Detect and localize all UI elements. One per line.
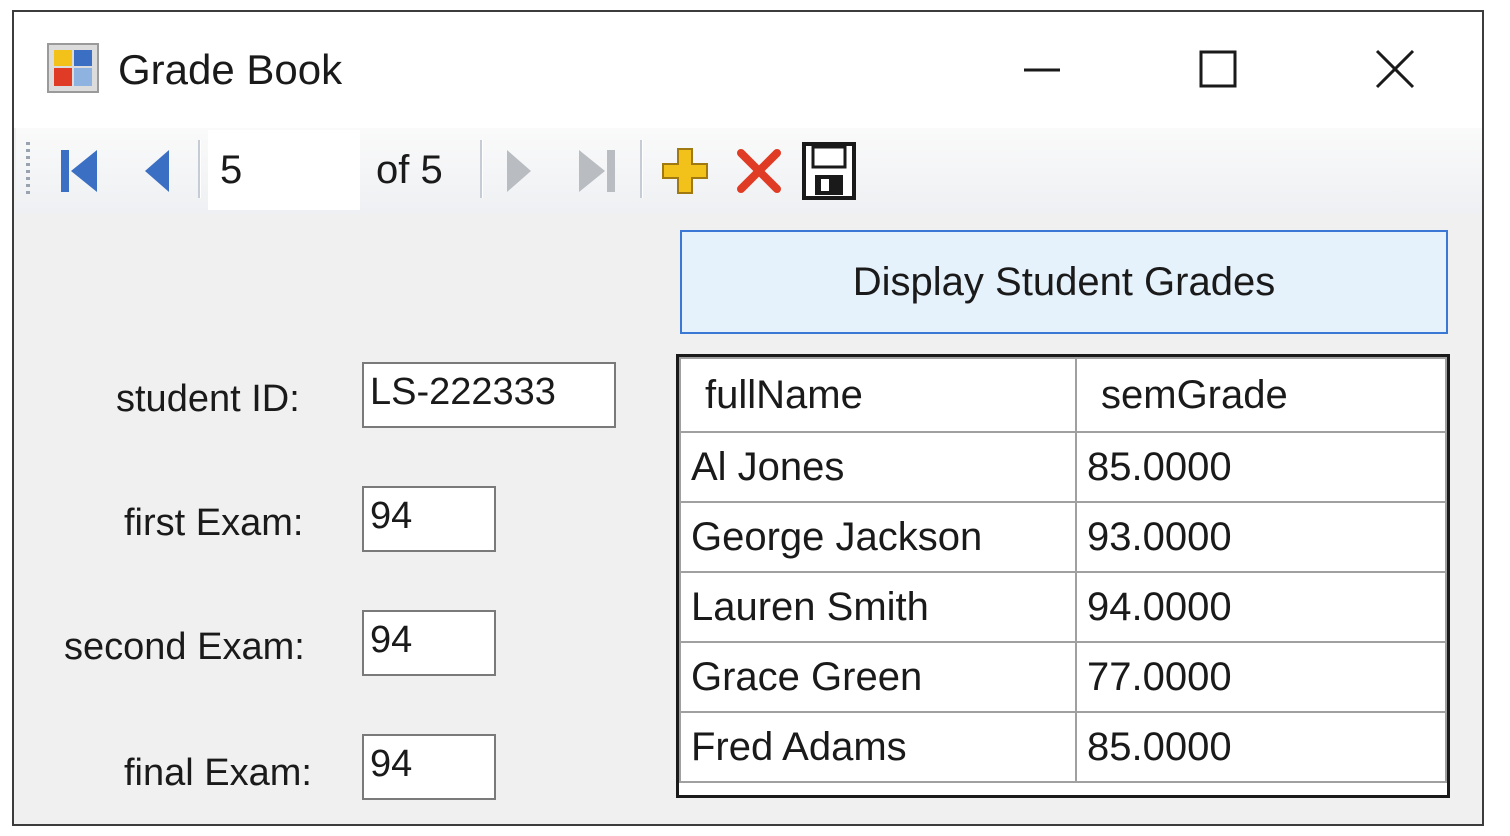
cell-semgrade[interactable]: 85.0000 bbox=[1075, 711, 1447, 783]
first-exam-field[interactable]: 94 bbox=[362, 486, 496, 552]
maximize-icon[interactable] bbox=[1172, 30, 1262, 110]
cell-semgrade[interactable]: 77.0000 bbox=[1075, 641, 1447, 713]
cell-semgrade[interactable]: 94.0000 bbox=[1075, 571, 1447, 643]
move-first-button[interactable] bbox=[50, 138, 108, 204]
grades-data-grid[interactable]: fullName semGrade Al Jones 85.0000 Georg… bbox=[676, 354, 1450, 798]
add-new-button[interactable] bbox=[656, 138, 714, 204]
move-previous-button[interactable] bbox=[128, 138, 186, 204]
final-exam-field[interactable]: 94 bbox=[362, 734, 496, 800]
first-exam-label: first Exam: bbox=[124, 502, 304, 544]
title-bar: Grade Book bbox=[14, 12, 1482, 128]
column-header-fullname[interactable]: fullName bbox=[679, 357, 1077, 433]
cell-fullname[interactable]: Grace Green bbox=[679, 641, 1077, 713]
position-item-input[interactable]: 5 bbox=[208, 130, 360, 210]
add-new-icon bbox=[662, 148, 708, 194]
student-id-field[interactable]: LS-222333 bbox=[362, 362, 616, 428]
table-row[interactable]: Lauren Smith 94.0000 bbox=[679, 571, 1447, 643]
cell-semgrade[interactable]: 93.0000 bbox=[1075, 501, 1447, 573]
cell-fullname[interactable]: Fred Adams bbox=[679, 711, 1077, 783]
save-button[interactable] bbox=[800, 138, 858, 204]
table-row[interactable]: Fred Adams 85.0000 bbox=[679, 711, 1447, 783]
table-row[interactable]: Al Jones 85.0000 bbox=[679, 431, 1447, 503]
second-exam-field[interactable]: 94 bbox=[362, 610, 496, 676]
cell-fullname[interactable]: George Jackson bbox=[679, 501, 1077, 573]
move-last-icon bbox=[579, 150, 615, 192]
cell-semgrade[interactable]: 85.0000 bbox=[1075, 431, 1447, 503]
move-next-icon bbox=[507, 150, 531, 192]
student-id-label: student ID: bbox=[116, 378, 300, 420]
toolbar-grip[interactable] bbox=[26, 142, 30, 196]
minimize-icon[interactable] bbox=[996, 30, 1086, 110]
second-exam-label: second Exam: bbox=[64, 626, 305, 668]
table-row[interactable]: George Jackson 93.0000 bbox=[679, 501, 1447, 573]
toolbar-separator bbox=[640, 140, 643, 198]
move-first-icon bbox=[61, 150, 97, 192]
window-title: Grade Book bbox=[118, 46, 343, 93]
delete-button[interactable] bbox=[730, 138, 788, 204]
move-last-button[interactable] bbox=[568, 138, 626, 204]
cell-fullname[interactable]: Lauren Smith bbox=[679, 571, 1077, 643]
cell-fullname[interactable]: Al Jones bbox=[679, 431, 1077, 503]
display-student-grades-button[interactable]: Display Student Grades bbox=[680, 230, 1448, 334]
binding-navigator: 5 of 5 bbox=[16, 128, 1482, 214]
toolbar-separator bbox=[480, 140, 483, 198]
count-item-label: of 5 bbox=[376, 148, 443, 192]
grid-header-row: fullName semGrade bbox=[679, 357, 1447, 433]
column-header-semgrade[interactable]: semGrade bbox=[1075, 357, 1447, 433]
toolbar-separator bbox=[198, 140, 201, 198]
save-icon bbox=[802, 142, 856, 200]
move-previous-icon bbox=[145, 150, 169, 192]
close-icon[interactable] bbox=[1350, 30, 1440, 110]
table-row[interactable]: Grace Green 77.0000 bbox=[679, 641, 1447, 713]
app-icon bbox=[47, 43, 99, 93]
grade-book-window: Grade Book 5 of 5 student ID: LS-222333 … bbox=[12, 10, 1484, 826]
delete-icon bbox=[737, 149, 781, 193]
final-exam-label: final Exam: bbox=[124, 752, 312, 794]
move-next-button[interactable] bbox=[490, 138, 548, 204]
